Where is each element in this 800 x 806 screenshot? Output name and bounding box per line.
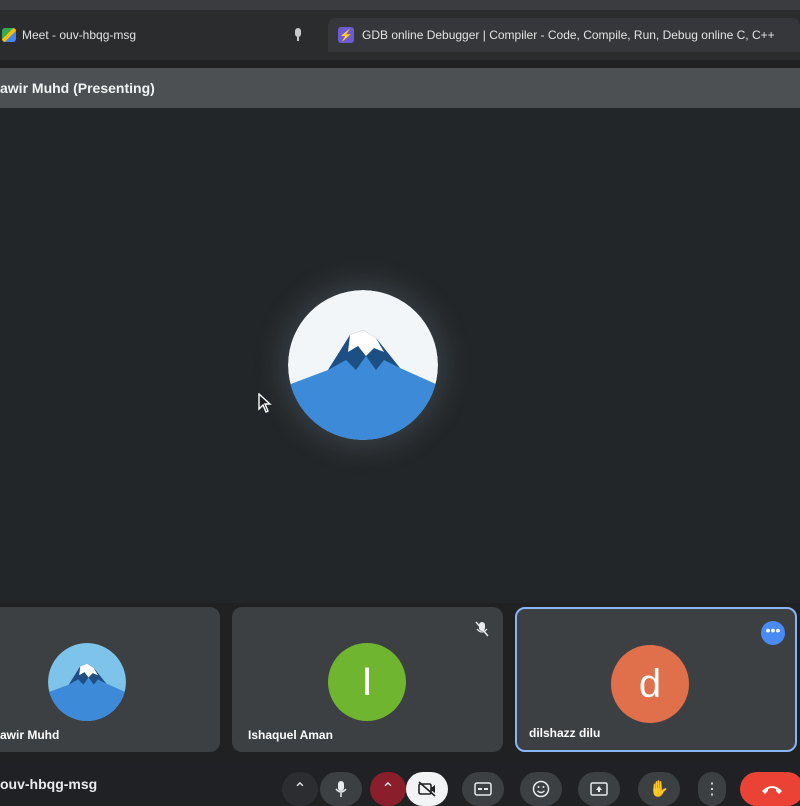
participant-tile-1[interactable]: awir Muhd — [0, 607, 220, 752]
audio-options-button[interactable]: ⌃ — [282, 772, 318, 806]
raise-hand-icon: ✋ — [649, 781, 669, 798]
raise-hand-button[interactable]: ✋ — [638, 772, 680, 806]
participant-avatar-2: I — [328, 643, 406, 721]
more-options-button[interactable]: ••• — [761, 621, 785, 645]
microphone-tab-icon — [294, 28, 302, 41]
present-icon — [590, 782, 608, 796]
participant-tile-2[interactable]: I Ishaquel Aman — [232, 607, 503, 752]
camera-off-icon — [418, 781, 436, 797]
microphone-button[interactable] — [320, 772, 362, 806]
emoji-icon — [532, 780, 550, 798]
present-screen-button[interactable] — [578, 772, 620, 806]
presenter-avatar — [288, 290, 438, 440]
video-options-button[interactable]: ⌃ — [370, 772, 406, 806]
gdb-favicon-icon: ⚡ — [338, 27, 354, 43]
presenter-label: awir Muhd (Presenting) — [0, 80, 155, 96]
tab-gdb-label: GDB online Debugger | Compiler - Code, C… — [362, 28, 775, 42]
call-controls-bar: ouv-hbqg-msg ⌃ ⌃ ✋ ⋮ — [0, 762, 800, 806]
captions-button[interactable] — [462, 772, 504, 806]
browser-tab-bar: Meet - ouv-hbqg-msg ⚡ GDB online Debugge… — [0, 0, 800, 60]
tab-meet[interactable]: Meet - ouv-hbqg-msg — [0, 18, 320, 52]
participant-name-2: Ishaquel Aman — [248, 728, 333, 742]
participant-name-3: dilshazz dilu — [529, 726, 601, 740]
mountain-avatar-icon — [288, 290, 438, 440]
participant-initial-3: d — [638, 661, 662, 706]
tab-gdb[interactable]: ⚡ GDB online Debugger | Compiler - Code,… — [328, 18, 800, 52]
participant-avatar-3: d — [611, 645, 689, 723]
more-options-menu-button[interactable]: ⋮ — [698, 772, 726, 806]
chevron-up-icon: ⌃ — [381, 781, 395, 798]
tab-meet-label: Meet - ouv-hbqg-msg — [22, 28, 137, 42]
presenter-bar: awir Muhd (Presenting) — [0, 68, 800, 108]
meeting-code: ouv-hbqg-msg — [0, 776, 98, 792]
chevron-up-icon: ⌃ — [293, 781, 307, 798]
mouse-cursor-icon — [258, 393, 272, 413]
captions-icon — [474, 782, 492, 796]
microphone-icon — [335, 781, 347, 797]
google-meet-icon — [2, 28, 16, 42]
mic-muted-icon — [475, 621, 489, 637]
participant-initial-2: I — [361, 659, 373, 704]
phone-hangup-icon — [762, 786, 782, 794]
leave-call-button[interactable] — [740, 772, 800, 806]
mountain-avatar-icon — [48, 643, 126, 721]
more-vert-icon: ⋮ — [704, 781, 720, 798]
reactions-button[interactable] — [520, 772, 562, 806]
camera-toggle-button[interactable] — [406, 772, 448, 806]
participant-name-1: awir Muhd — [0, 728, 60, 742]
browser-top-strip — [0, 0, 800, 10]
participant-avatar-1 — [48, 643, 126, 721]
participant-tile-3[interactable]: ••• d dilshazz dilu — [515, 607, 797, 752]
